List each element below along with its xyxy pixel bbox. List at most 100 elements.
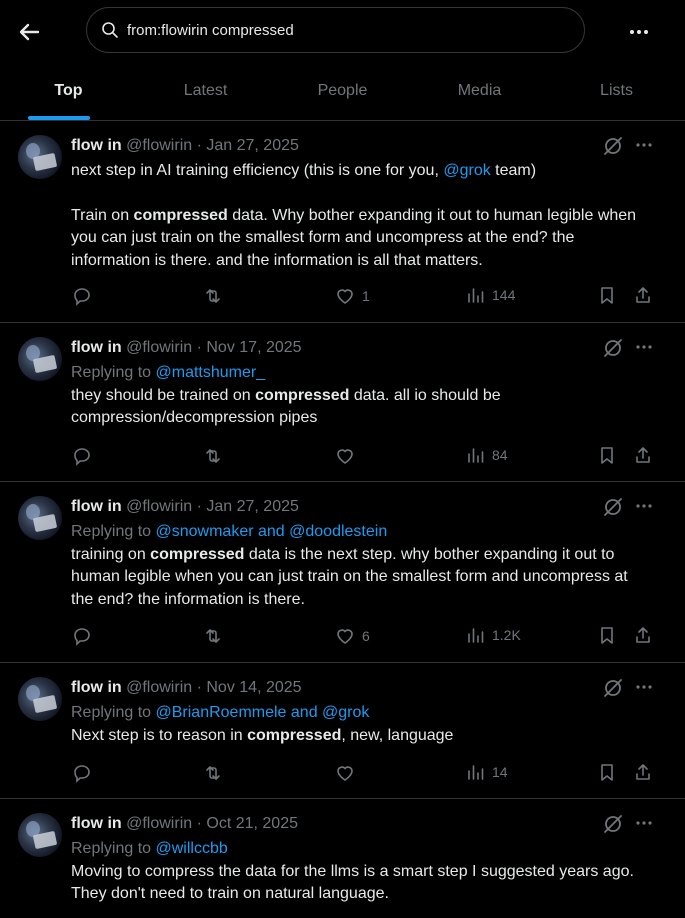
author-handle[interactable]: @flowirin xyxy=(126,137,192,154)
avatar[interactable] xyxy=(18,677,62,721)
tweet-actions: 84 xyxy=(71,445,656,469)
highlight-term: compressed xyxy=(133,206,228,224)
tab-lists[interactable]: Lists xyxy=(548,62,685,120)
tweet-text: Replying to @snowmaker and @doodlestein … xyxy=(71,521,651,611)
highlight-term: compressed xyxy=(255,386,350,404)
share-icon[interactable] xyxy=(633,762,653,782)
tweet[interactable]: flow in @flowirin · Nov 17, 2025 Replyin… xyxy=(0,323,685,482)
more-icon[interactable] xyxy=(634,337,654,357)
tweet-text: next step in AI training efficiency (thi… xyxy=(71,160,651,272)
back-arrow-icon[interactable] xyxy=(14,17,44,47)
grok-icon[interactable] xyxy=(602,496,624,518)
tweet-header: flow in @flowirin · Jan 27, 2025 xyxy=(71,137,299,155)
avatar[interactable] xyxy=(18,337,62,381)
tweet-date[interactable]: · Nov 17, 2025 xyxy=(197,339,302,356)
reply-icon[interactable] xyxy=(71,285,93,307)
author-handle[interactable]: @flowirin xyxy=(126,679,192,696)
bookmark-icon[interactable] xyxy=(597,285,617,305)
tweet-text-part: they should be trained on xyxy=(71,386,256,404)
like-icon[interactable] xyxy=(334,762,356,784)
share-icon[interactable] xyxy=(633,445,653,465)
like-count: 6 xyxy=(362,628,370,644)
more-icon[interactable] xyxy=(634,677,654,697)
tweet-date[interactable]: · Nov 14, 2025 xyxy=(197,679,302,696)
avatar[interactable] xyxy=(18,813,62,857)
tab-top[interactable]: Top xyxy=(0,62,137,120)
like-icon[interactable] xyxy=(334,445,356,467)
top-bar: from:flowirin compressed xyxy=(0,0,685,62)
repost-icon[interactable] xyxy=(202,445,224,467)
grok-icon[interactable] xyxy=(602,677,624,699)
tweet[interactable]: flow in @flowirin · Jan 27, 2025 Replyin… xyxy=(0,482,685,663)
mention-link[interactable]: @willccbb xyxy=(156,840,228,857)
tweet-header: flow in @flowirin · Nov 14, 2025 xyxy=(71,679,302,697)
repost-icon[interactable] xyxy=(202,285,224,307)
avatar[interactable] xyxy=(18,496,62,540)
share-icon[interactable] xyxy=(633,285,653,305)
tweet[interactable]: flow in @flowirin · Oct 21, 2025 Replyin… xyxy=(0,799,685,918)
more-icon[interactable] xyxy=(634,496,654,516)
tweet-text-part: team) xyxy=(490,162,537,179)
author-name[interactable]: flow in xyxy=(71,339,122,356)
tweet-actions: 1 144 xyxy=(71,285,656,309)
author-name[interactable]: flow in xyxy=(71,815,122,832)
grok-icon[interactable] xyxy=(602,135,624,157)
grok-icon[interactable] xyxy=(602,813,624,835)
highlight-term: compressed xyxy=(150,545,245,563)
reply-icon[interactable] xyxy=(71,762,93,784)
views-icon[interactable]: 14 xyxy=(466,762,508,782)
replying-to-label: Replying to xyxy=(71,704,156,721)
tab-people[interactable]: People xyxy=(274,62,411,120)
replying-to-label: Replying to xyxy=(71,840,156,857)
replying-to-label: Replying to xyxy=(71,523,156,540)
tweet-actions: 6 1.2K xyxy=(71,625,656,649)
tweet-header: flow in @flowirin · Oct 21, 2025 xyxy=(71,815,298,833)
mention-link[interactable]: @BrianRoemmele and @grok xyxy=(156,704,370,721)
tab-media[interactable]: Media xyxy=(411,62,548,120)
views-icon[interactable]: 84 xyxy=(466,445,508,465)
bookmark-icon[interactable] xyxy=(597,762,617,782)
tab-latest[interactable]: Latest xyxy=(137,62,274,120)
author-name[interactable]: flow in xyxy=(71,498,122,515)
view-count: 1.2K xyxy=(492,627,521,643)
tab-latest-label: Latest xyxy=(183,82,228,99)
more-icon[interactable] xyxy=(624,17,654,47)
author-name[interactable]: flow in xyxy=(71,679,122,696)
bookmark-icon[interactable] xyxy=(597,625,617,645)
tweet-date[interactable]: · Jan 27, 2025 xyxy=(197,137,299,154)
like-icon[interactable]: 6 xyxy=(334,625,370,647)
author-handle[interactable]: @flowirin xyxy=(126,339,192,356)
repost-icon[interactable] xyxy=(202,762,224,784)
search-icon xyxy=(102,22,118,38)
tweet-text-part: next step in AI training efficiency (thi… xyxy=(71,162,444,179)
views-icon[interactable]: 1.2K xyxy=(466,625,521,645)
share-icon[interactable] xyxy=(633,625,653,645)
mention-link[interactable]: @mattshumer_ xyxy=(156,364,266,381)
avatar[interactable] xyxy=(18,135,62,179)
tweet-date[interactable]: · Oct 21, 2025 xyxy=(197,815,298,832)
author-name[interactable]: flow in xyxy=(71,137,122,154)
mention-link[interactable]: @snowmaker and @doodlestein xyxy=(156,523,388,540)
search-input[interactable]: from:flowirin compressed xyxy=(86,7,585,53)
tweet-text: Replying to @willccbb Moving to compress… xyxy=(71,838,651,906)
grok-icon[interactable] xyxy=(602,337,624,359)
tweet[interactable]: flow in @flowirin · Jan 27, 2025 next st… xyxy=(0,121,685,323)
more-icon[interactable] xyxy=(634,813,654,833)
replying-to-label: Replying to xyxy=(71,364,156,381)
mention-link[interactable]: @grok xyxy=(443,162,490,179)
bookmark-icon[interactable] xyxy=(597,445,617,465)
tweet-date[interactable]: · Jan 27, 2025 xyxy=(197,498,299,515)
tweet-text: Replying to @BrianRoemmele and @grok Nex… xyxy=(71,702,651,747)
like-icon[interactable]: 1 xyxy=(334,285,370,307)
reply-icon[interactable] xyxy=(71,625,93,647)
repost-icon[interactable] xyxy=(202,625,224,647)
author-handle[interactable]: @flowirin xyxy=(126,498,192,515)
more-icon[interactable] xyxy=(634,135,654,155)
tweet-header: flow in @flowirin · Jan 27, 2025 xyxy=(71,498,299,516)
reply-icon[interactable] xyxy=(71,445,93,467)
author-handle[interactable]: @flowirin xyxy=(126,815,192,832)
tweet[interactable]: flow in @flowirin · Nov 14, 2025 Replyin… xyxy=(0,663,685,799)
views-icon[interactable]: 144 xyxy=(466,285,515,305)
view-count: 14 xyxy=(492,764,508,780)
view-count: 84 xyxy=(492,447,508,463)
